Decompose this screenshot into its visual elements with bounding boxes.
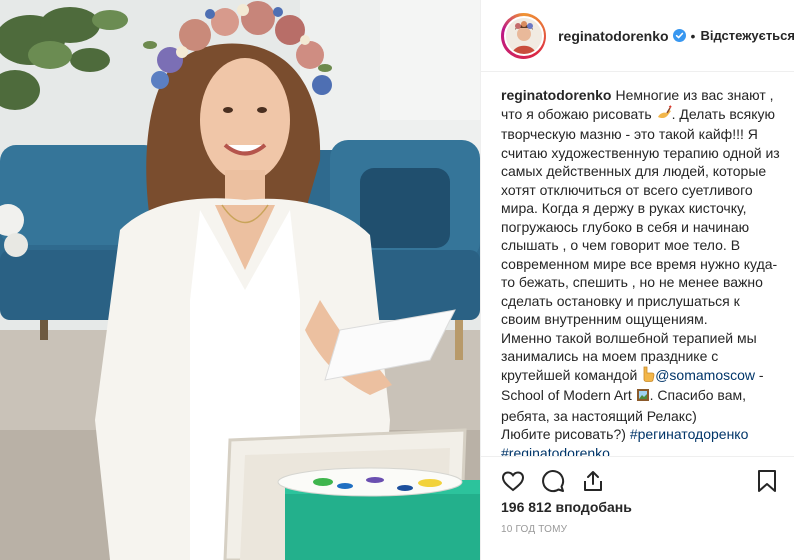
story-ring[interactable] (501, 12, 547, 59)
separator-dot: • (690, 27, 696, 44)
post-actions-section: 196 812 вподобань 10 год тому (481, 456, 794, 560)
share-button[interactable] (581, 463, 621, 503)
comment-button[interactable] (541, 463, 581, 503)
caption-text-part6: Любите рисовать?) (501, 426, 630, 442)
painting-hand-emoji-icon (656, 104, 672, 126)
post-photo-illustration (0, 0, 480, 560)
save-button[interactable] (747, 463, 787, 503)
post-side-panel: reginatodorenko • Відстежується reginato… (480, 0, 794, 560)
username[interactable]: reginatodorenko (558, 28, 668, 44)
post-photo[interactable] (0, 0, 480, 560)
bookmark-icon (756, 469, 778, 498)
post-header: reginatodorenko • Відстежується (481, 0, 794, 72)
post-timestamp[interactable]: 10 год тому (501, 524, 567, 535)
heart-icon (501, 469, 525, 498)
avatar-image (505, 17, 542, 54)
likes-count[interactable]: 196 812 вподобань (501, 499, 632, 515)
caption-text-part2: . Делать всякую творческую мазню - это т… (501, 105, 780, 328)
mention-somamoscow[interactable]: @somamoscow (655, 367, 755, 383)
following-button[interactable]: Відстежується (700, 28, 794, 43)
avatar[interactable] (503, 15, 544, 56)
caption-author[interactable]: reginatodorenko (501, 87, 611, 103)
verified-badge-icon (672, 29, 686, 42)
pointing-hand-emoji-icon (641, 366, 655, 387)
share-icon (581, 469, 605, 498)
hashtag-link[interactable]: #reginatodorenko (501, 445, 610, 457)
action-buttons-row (501, 463, 621, 503)
hashtag-link[interactable]: #регинатодоренко (630, 426, 749, 442)
post-caption: reginatodorenko Немногие из вас знают , ч… (501, 86, 781, 456)
like-button[interactable] (501, 463, 541, 503)
framed-picture-emoji-icon (636, 388, 650, 407)
comment-icon (541, 469, 565, 498)
